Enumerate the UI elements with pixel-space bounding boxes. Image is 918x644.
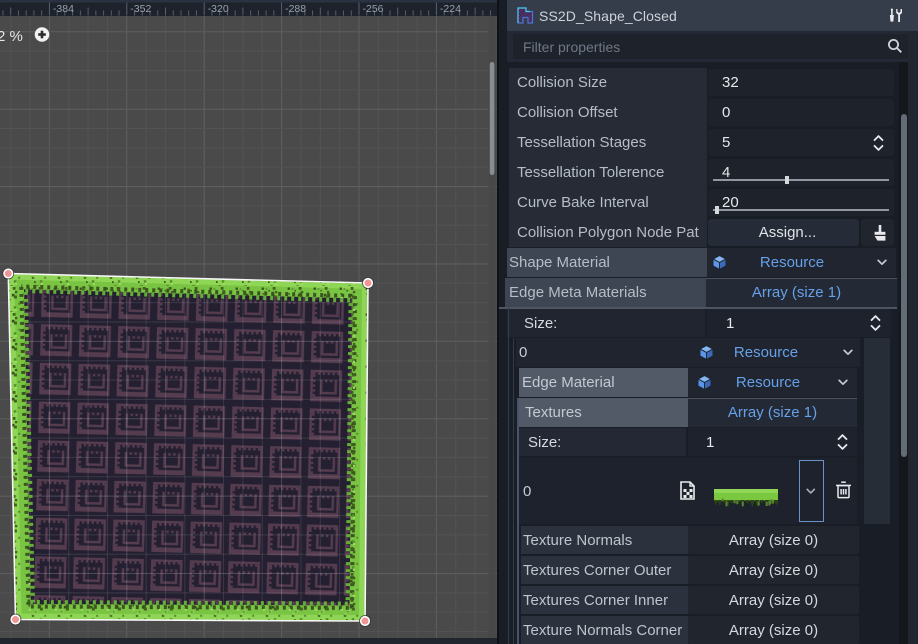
- svg-text:2 %: 2 %: [0, 28, 23, 45]
- svg-text:-224: -224: [440, 3, 461, 15]
- svg-text:-320: -320: [208, 3, 229, 15]
- svg-text:-352: -352: [130, 3, 151, 15]
- svg-text:-384: -384: [53, 3, 74, 15]
- svg-text:-256: -256: [363, 3, 384, 15]
- svg-text:-288: -288: [285, 3, 306, 15]
